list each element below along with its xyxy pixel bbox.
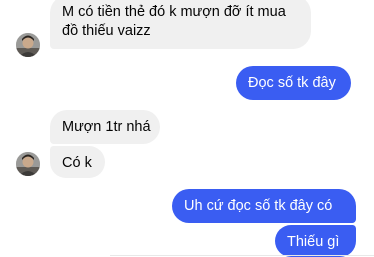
- outgoing-message-bubble[interactable]: Đọc số tk đây: [236, 66, 351, 100]
- outgoing-message-bubble[interactable]: Thiếu gì: [275, 225, 356, 257]
- outgoing-message-bubble[interactable]: Uh cứ đọc số tk đây có: [172, 189, 356, 223]
- contact-avatar-icon[interactable]: [16, 152, 40, 176]
- incoming-message-bubble[interactable]: Mượn 1tr nhá: [50, 110, 160, 144]
- contact-avatar-icon[interactable]: [16, 33, 40, 57]
- divider: [110, 255, 374, 256]
- incoming-message-bubble[interactable]: Có k: [50, 146, 105, 178]
- incoming-message-bubble[interactable]: M có tiền thẻ đó k mượn đỡ ít mua đồ thi…: [50, 0, 311, 49]
